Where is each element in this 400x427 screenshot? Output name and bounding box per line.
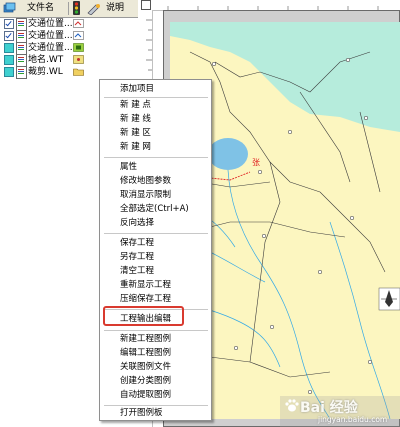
menu-item-select-all[interactable]: 全部选定(Ctrl+A) — [120, 204, 189, 215]
layer-visibility-checkbox[interactable] — [4, 19, 14, 29]
menu-separator — [104, 97, 208, 98]
menu-separator — [104, 405, 208, 406]
menu-item-auto-extract-legend[interactable]: 自动提取图例 — [120, 390, 171, 401]
layer-panel-header: 文件名 说明 — [0, 0, 138, 18]
menu-separator — [104, 330, 208, 331]
menu-item-open-legend-board[interactable]: 打开图例板 — [120, 408, 163, 419]
folder-state-icon[interactable] — [73, 67, 84, 76]
menu-item-cancel-display-limit[interactable]: 取消显示限制 — [120, 190, 171, 201]
layer-name: 裁剪.WL — [28, 67, 63, 77]
layer-stack-icon[interactable] — [3, 0, 16, 17]
menu-item-save-project-as[interactable]: 另存工程 — [120, 252, 154, 263]
column-file-name[interactable]: 文件名 — [27, 0, 54, 17]
layer-visibility-checkbox[interactable] — [4, 31, 14, 41]
edit-tool-icon[interactable] — [87, 0, 101, 17]
watermark-url: jingyan.baidu.com — [318, 415, 388, 424]
layer-row[interactable]: 交通位置... — [0, 18, 138, 31]
menu-separator — [104, 233, 208, 234]
edit-state-icon[interactable] — [73, 31, 84, 40]
layer-name: 地名.WT — [28, 55, 64, 65]
menu-item-new-point[interactable]: 新 建 点 — [120, 100, 151, 111]
lake — [208, 138, 248, 170]
traffic-light-icon[interactable] — [72, 0, 81, 17]
highlight-box — [103, 306, 184, 326]
menu-item-redisplay-project[interactable]: 重新显示工程 — [120, 280, 171, 291]
menu-item-new-project-legend[interactable]: 新建工程图例 — [120, 334, 171, 345]
watermark-brand: Bai 经验 — [300, 400, 358, 416]
line-file-icon — [16, 66, 27, 79]
layer-row[interactable]: 裁剪.WL — [0, 66, 138, 79]
layer-row[interactable]: 交通位置... — [0, 30, 138, 43]
menu-item-modify-map-params[interactable]: 修改地图参数 — [120, 176, 171, 187]
menu-item-compress-save-project[interactable]: 压缩保存工程 — [120, 294, 171, 305]
menu-item-new-line[interactable]: 新 建 线 — [120, 114, 151, 125]
context-menu: 添加项目 新 建 点 新 建 线 新 建 区 新 建 网 属性 修改地图参数 取… — [99, 79, 212, 421]
menu-item-invert-selection[interactable]: 反向选择 — [120, 218, 154, 229]
menu-separator — [104, 157, 208, 158]
region-state-icon[interactable] — [73, 43, 84, 52]
edit-state-icon[interactable] — [73, 19, 84, 28]
menu-item-properties[interactable]: 属性 — [120, 162, 137, 173]
menu-item-edit-project-legend[interactable]: 编辑工程图例 — [120, 348, 171, 359]
layer-row[interactable]: 地名.WT — [0, 54, 138, 67]
layer-row[interactable]: 交通位置... — [0, 42, 138, 55]
layer-visibility-checkbox[interactable] — [4, 67, 14, 77]
menu-item-create-category-legend[interactable]: 创建分类图例 — [120, 376, 171, 387]
menu-item-new-region[interactable]: 新 建 区 — [120, 128, 151, 139]
column-note[interactable]: 说明 — [106, 0, 124, 17]
layer-name: 交通位置... — [28, 19, 73, 29]
layer-name: 交通位置... — [28, 31, 73, 41]
layer-visibility-checkbox[interactable] — [4, 55, 14, 65]
layer-visibility-checkbox[interactable] — [4, 43, 14, 53]
compass-icon[interactable] — [378, 287, 400, 311]
menu-item-new-network[interactable]: 新 建 网 — [120, 142, 151, 153]
menu-item-save-project[interactable]: 保存工程 — [120, 238, 154, 249]
menu-item-link-legend-file[interactable]: 关联图例文件 — [120, 362, 171, 373]
layer-name: 交通位置... — [28, 43, 73, 53]
map-red-label: 张 — [252, 158, 260, 167]
menu-item-add-item[interactable]: 添加项目 — [120, 84, 154, 95]
ruler-corner-box — [141, 0, 151, 10]
menu-item-clear-project[interactable]: 清空工程 — [120, 266, 154, 277]
point-state-icon[interactable] — [73, 55, 84, 64]
paw-logo-icon — [285, 399, 299, 412]
